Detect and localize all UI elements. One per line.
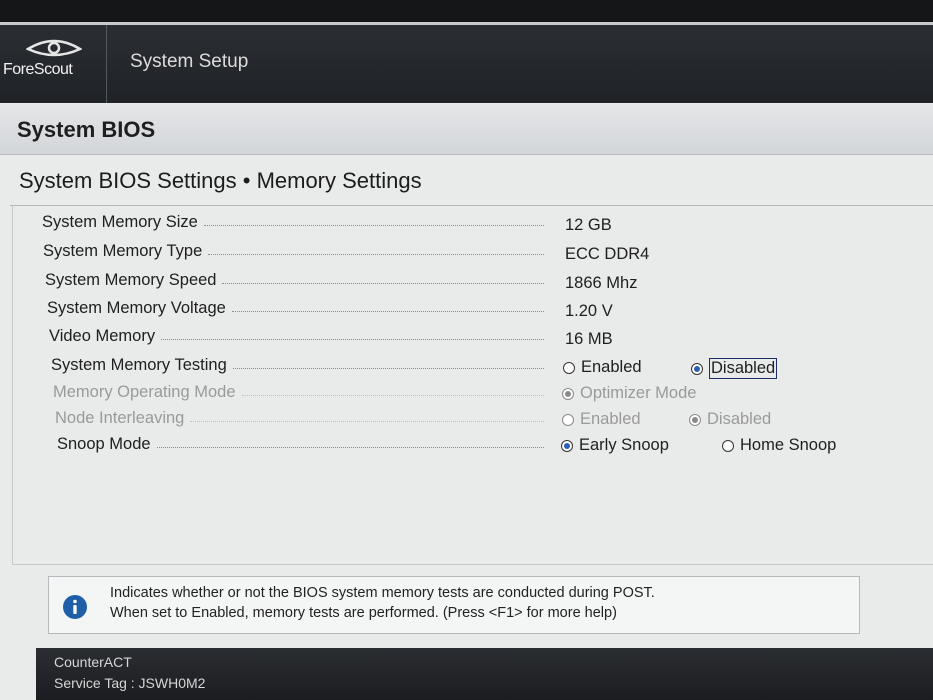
leader-dots: [190, 420, 544, 422]
setting-row-snoop-mode[interactable]: Snoop Mode: [57, 432, 550, 456]
radio-selected-icon: [561, 439, 573, 452]
radio-unselected-icon: [563, 361, 575, 374]
radio-unselected-icon: [722, 439, 734, 452]
forescout-logo-icon: [26, 39, 82, 57]
system-name: CounterACT: [54, 654, 132, 670]
help-text-line-1: Indicates whether or not the BIOS system…: [110, 585, 655, 601]
setting-value-video-memory: 16 MB: [565, 330, 613, 348]
radio-selected-icon: [562, 387, 574, 400]
setting-label: Snoop Mode: [57, 434, 151, 453]
setting-label: Memory Operating Mode: [53, 382, 236, 401]
setting-value-memory-voltage: 1.20 V: [565, 302, 613, 320]
setting-row-memory-voltage[interactable]: System Memory Voltage: [47, 296, 550, 320]
radio-unselected-icon: [562, 413, 574, 426]
leader-dots: [231, 310, 544, 312]
option-label: Enabled: [580, 410, 641, 428]
setting-label: System Memory Size: [42, 212, 198, 231]
page-heading: System BIOS Settings • Memory Settings: [19, 168, 422, 193]
setting-value-memory-type: ECC DDR4: [565, 245, 650, 263]
setting-label: Node Interleaving: [55, 408, 185, 427]
leader-dots: [161, 338, 544, 340]
leader-dots: [241, 394, 544, 396]
radio-optimizer-mode: Optimizer Mode: [562, 384, 696, 403]
section-title: System BIOS: [17, 117, 156, 142]
radio-node-interleaving-enabled: Enabled: [562, 410, 641, 429]
leader-dots: [222, 282, 544, 284]
option-label: Early Snoop: [579, 436, 669, 454]
option-label: Home Snoop: [740, 436, 837, 454]
setting-label: System Memory Type: [43, 241, 203, 260]
top-bezel: [0, 0, 933, 22]
bios-screen: ForeScout System Setup System BIOS Syste…: [0, 0, 933, 700]
option-label: Disabled: [707, 410, 772, 428]
logo-text: ForeScout: [3, 61, 73, 78]
setting-value-memory-size: 12 GB: [565, 216, 612, 234]
leader-dots: [156, 446, 544, 448]
setting-row-memory-size[interactable]: System Memory Size: [42, 210, 550, 234]
radio-memory-testing-enabled[interactable]: Enabled: [563, 358, 642, 377]
radio-selected-icon: [691, 362, 703, 375]
info-icon: [63, 595, 87, 619]
radio-selected-icon: [689, 413, 701, 426]
setting-row-memory-speed[interactable]: System Memory Speed: [45, 268, 550, 292]
leader-dots: [208, 253, 544, 255]
setting-row-operating-mode: Memory Operating Mode: [53, 380, 550, 404]
vendor-logo: ForeScout: [0, 25, 107, 103]
leader-dots: [232, 367, 544, 369]
service-tag: Service Tag : JSWH0M2: [54, 675, 206, 691]
setting-value-memory-speed: 1866 Mhz: [565, 274, 638, 292]
setting-row-memory-type[interactable]: System Memory Type: [43, 239, 550, 263]
app-title: System Setup: [130, 51, 249, 72]
radio-home-snoop[interactable]: Home Snoop: [722, 436, 836, 455]
help-text-line-2: When set to Enabled, memory tests are pe…: [110, 605, 617, 621]
setting-row-node-interleaving: Node Interleaving: [55, 406, 550, 430]
option-label-focused: Disabled: [709, 358, 778, 379]
setting-row-memory-testing[interactable]: System Memory Testing: [51, 353, 550, 377]
help-box: Indicates whether or not the BIOS system…: [48, 576, 860, 634]
setting-label: Video Memory: [49, 326, 156, 345]
option-label: Enabled: [581, 358, 642, 376]
radio-early-snoop[interactable]: Early Snoop: [561, 436, 669, 455]
section-bar: System BIOS: [0, 104, 933, 155]
setting-row-video-memory[interactable]: Video Memory: [49, 324, 550, 348]
footer-bar: CounterACT Service Tag : JSWH0M2: [36, 648, 933, 700]
setting-label: System Memory Voltage: [47, 298, 226, 317]
leader-dots: [203, 224, 544, 226]
radio-node-interleaving-disabled: Disabled: [689, 410, 771, 429]
setting-label: System Memory Speed: [45, 270, 217, 289]
option-label: Optimizer Mode: [580, 384, 697, 402]
setting-label: System Memory Testing: [51, 355, 227, 374]
radio-memory-testing-disabled[interactable]: Disabled: [691, 358, 778, 379]
header-bar: ForeScout System Setup: [0, 22, 933, 103]
